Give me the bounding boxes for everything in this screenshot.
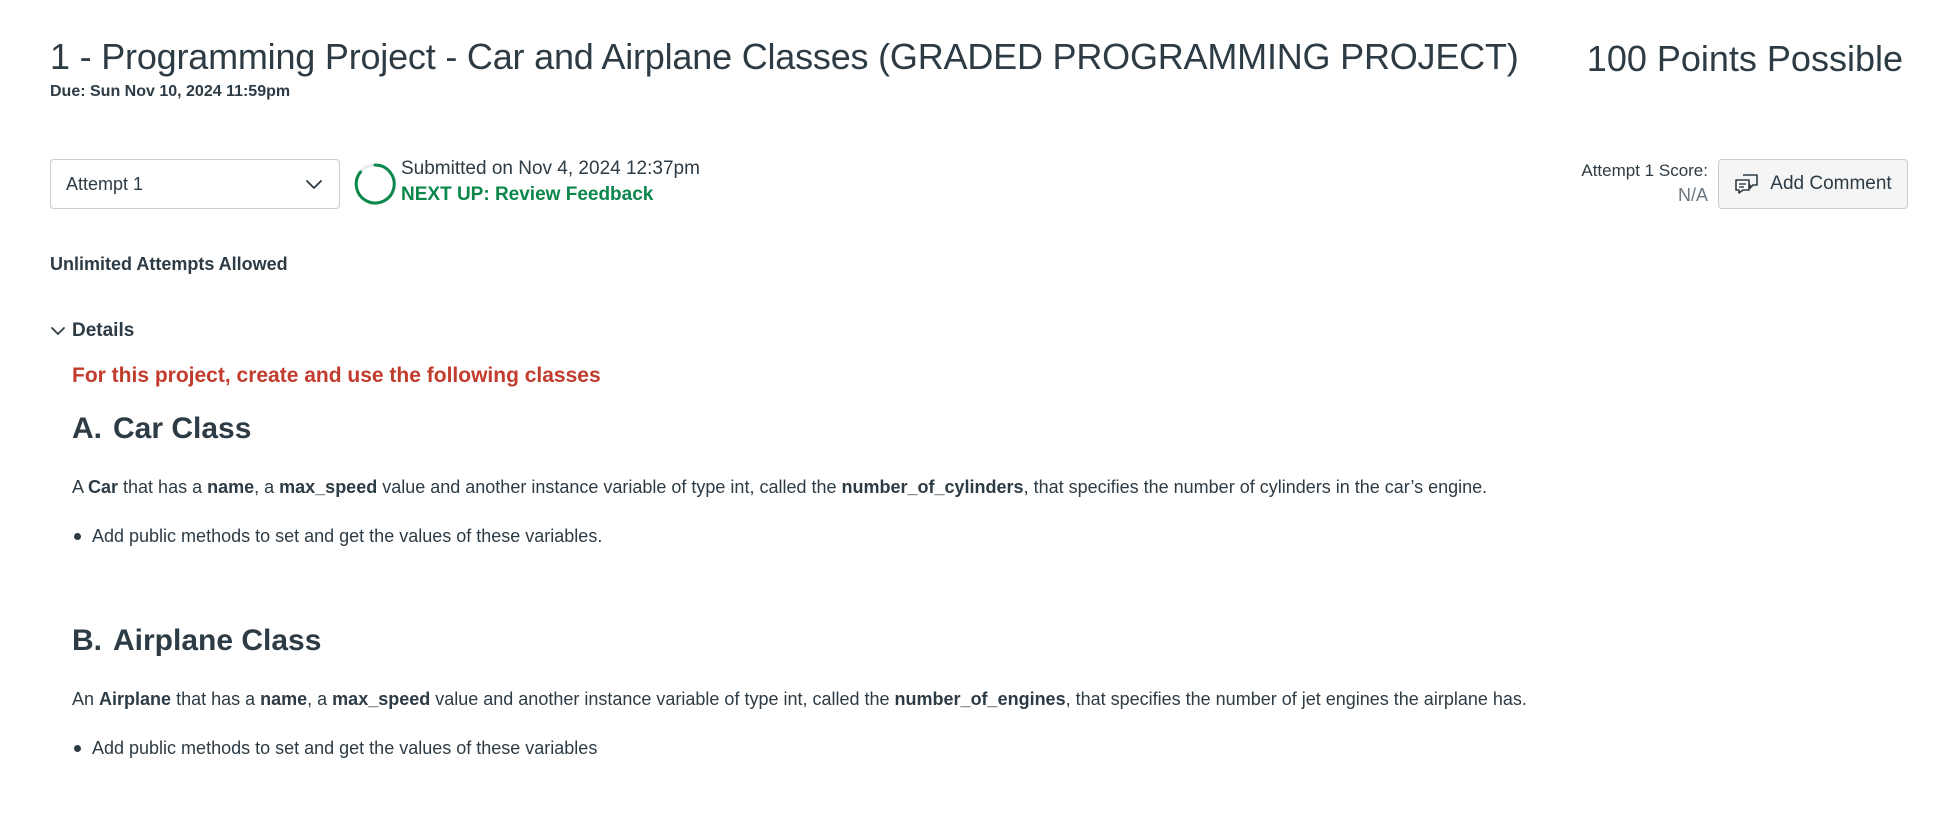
para-text: that has a [118,477,208,497]
para-bold: max_speed [279,477,378,497]
submission-status: Submitted on Nov 4, 2024 12:37pm [401,158,700,179]
para-text: that has a [171,689,261,709]
para-bold: number_of_cylinders [841,477,1024,497]
para-text: value and another instance variable of t… [377,477,842,497]
page-title: 1 - Programming Project - Car and Airpla… [50,36,1519,77]
comment-icon [1735,174,1759,194]
list-item: Add public methods to set and get the va… [72,738,597,759]
attempt-select-value: Attempt 1 [66,173,144,194]
intro-text: For this project, create and use the fol… [72,364,601,387]
due-date: Due: Sun Nov 10, 2024 11:59pm [50,83,291,100]
para-text: , a [254,477,280,497]
details-toggle[interactable]: Details [50,320,134,342]
para-bold: name [207,477,255,497]
section-title: Car Class [113,412,252,445]
bullet-dot [74,533,81,540]
attempt-score-label: Attempt 1 Score: [1581,161,1708,180]
section-heading-car: A. Car Class [72,412,251,446]
section-heading-airplane: B. Airplane Class [72,624,321,658]
para-text: value and another instance variable of t… [430,689,895,709]
para-bold: Airplane [99,689,172,709]
chevron-down-icon [306,180,322,189]
list-item-text: Add public methods to set and get the va… [92,526,603,546]
attempt-score-value: N/A [1677,185,1708,205]
points-possible: 100 Points Possible [1586,38,1903,79]
details-toggle-label: Details [72,320,135,341]
section-letter: A. [72,412,102,445]
bullet-dot [74,745,81,752]
section-letter: B. [72,624,102,657]
assignment-page: 1 - Programming Project - Car and Airpla… [0,0,1950,822]
para-bold: number_of_engines [894,689,1066,709]
chevron-down-icon [51,327,65,335]
para-text: , that specifies the number of jet engin… [1065,689,1527,709]
list-item: Add public methods to set and get the va… [72,526,602,547]
para-bold: name [260,689,308,709]
para-bold: max_speed [332,689,431,709]
next-up-link[interactable]: NEXT UP: Review Feedback [401,184,653,206]
para-text: , that specifies the number of cylinders… [1023,477,1488,497]
para-text: An [72,689,100,709]
section-paragraph-airplane: An Airplane that has a name, a max_speed… [72,689,1527,710]
list-item-text: Add public methods to set and get the va… [92,738,598,758]
para-bold: Car [88,477,119,497]
para-text: A [72,477,89,497]
section-paragraph-car: A Car that has a name, a max_speed value… [72,477,1487,498]
section-title: Airplane Class [113,624,322,657]
add-comment-button[interactable]: Add Comment [1718,159,1908,209]
attempts-allowed: Unlimited Attempts Allowed [50,254,288,274]
para-text: , a [307,689,333,709]
add-comment-label: Add Comment [1770,173,1892,194]
progress-ring-icon [354,163,396,205]
attempt-select[interactable]: Attempt 1 [50,159,340,209]
